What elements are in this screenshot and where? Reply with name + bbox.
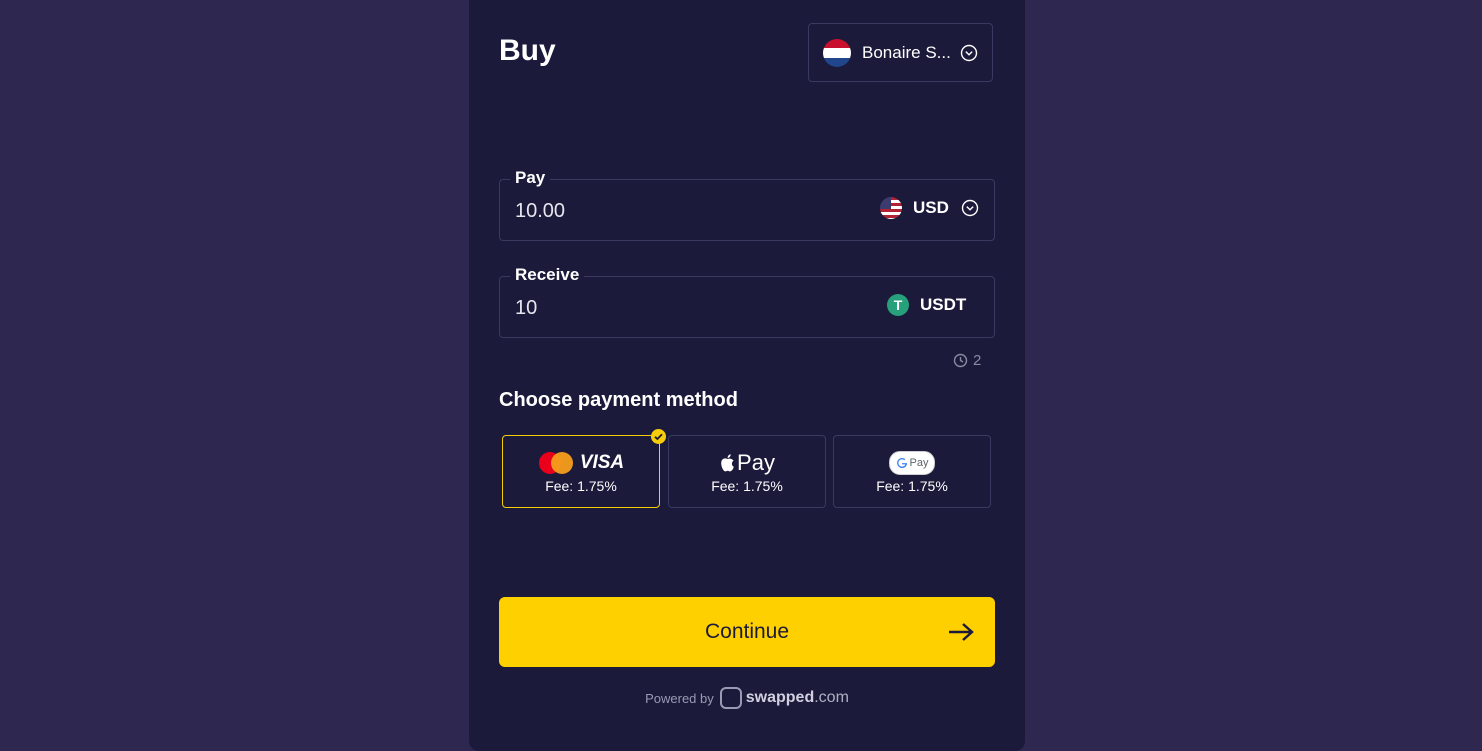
- pay-currency-label: USD: [913, 198, 949, 217]
- buy-widget-card: Buy Bonaire S... Pay 10.00 USD Receive 1…: [469, 0, 1025, 751]
- receive-amount-input[interactable]: 10: [515, 297, 537, 320]
- continue-button-label: Continue: [704, 620, 790, 643]
- visa-logo: VISA: [579, 452, 625, 473]
- payment-method-apple-pay[interactable]: Pay Fee: 1.75%: [668, 435, 826, 508]
- apple-pay-logo: Pay: [669, 450, 825, 476]
- payment-method-fee: Fee: 1.75%: [711, 478, 783, 494]
- pay-label: Pay: [510, 168, 551, 188]
- pay-amount-input[interactable]: 10.00: [515, 200, 565, 223]
- apple-pay-text: Pay: [737, 450, 775, 475]
- card-logos: VISA: [503, 450, 659, 476]
- us-flag-icon: [880, 197, 902, 219]
- google-pay-badge: Pay: [888, 451, 936, 475]
- powered-by-text: Powered by: [645, 690, 714, 706]
- clock-icon: [953, 353, 968, 368]
- selected-check-icon: [651, 429, 666, 444]
- mastercard-icon: [538, 452, 573, 474]
- continue-button[interactable]: Continue: [499, 597, 995, 667]
- apple-icon: [721, 454, 734, 472]
- quote-timer: 2: [953, 352, 981, 369]
- receive-currency: T USDT: [887, 294, 966, 316]
- payment-method-fee: Fee: 1.75%: [545, 478, 617, 494]
- pay-field[interactable]: Pay 10.00 USD: [499, 168, 995, 241]
- pay-currency-select[interactable]: USD: [880, 197, 979, 219]
- region-select[interactable]: Bonaire S...: [808, 23, 993, 82]
- chevron-down-icon: [961, 199, 979, 217]
- brand-name[interactable]: swapped.com: [746, 689, 849, 707]
- receive-label: Receive: [510, 265, 585, 285]
- payment-method-google-pay[interactable]: Pay Fee: 1.75%: [833, 435, 991, 508]
- powered-by-footer: Powered by swapped.com: [469, 687, 1025, 709]
- arrow-right-icon: [949, 623, 974, 641]
- tether-icon: T: [887, 294, 909, 316]
- google-g-icon: [896, 458, 907, 468]
- chevron-down-icon: [960, 44, 978, 62]
- payment-method-card[interactable]: VISA Fee: 1.75%: [502, 429, 666, 508]
- page-title: Buy: [499, 34, 556, 67]
- payment-method-title: Choose payment method: [499, 389, 738, 411]
- receive-currency-label: USDT: [920, 295, 967, 314]
- quote-timer-value: 2: [973, 352, 982, 369]
- region-select-value: Bonaire S...: [862, 42, 951, 62]
- netherlands-flag-icon: [823, 38, 851, 67]
- google-pay-text: Pay: [909, 457, 929, 469]
- payment-method-fee: Fee: 1.75%: [876, 478, 948, 494]
- receive-field[interactable]: Receive 10 T USDT: [499, 265, 995, 338]
- google-pay-logo: Pay: [834, 450, 990, 476]
- swapped-logo-icon: [719, 687, 742, 709]
